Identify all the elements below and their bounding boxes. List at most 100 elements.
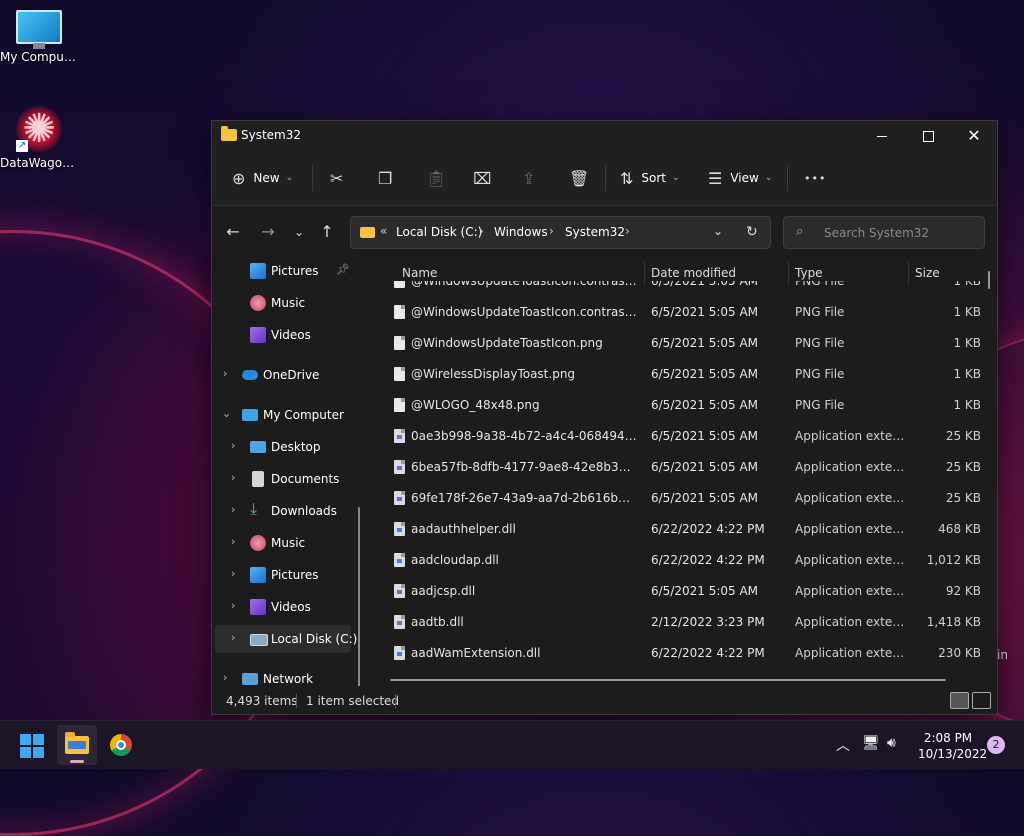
up-button[interactable]: ↑	[315, 220, 339, 244]
column-header-size[interactable]: Size	[915, 266, 940, 280]
table-row[interactable]: 0ae3b998-9a38-4b72-a4c4-06849441518d... 6…	[380, 421, 986, 452]
chevron-right-icon[interactable]: ›	[231, 439, 235, 452]
address-dropdown-icon[interactable]: ⌄	[713, 224, 723, 238]
more-options-button[interactable]: •••	[804, 163, 826, 193]
table-row[interactable]: @WindowsUpdateToastIcon.contrast-wh... 6/…	[380, 297, 986, 328]
table-row[interactable]: @WirelessDisplayToast.png 6/5/2021 5:05 A…	[380, 359, 986, 390]
pin-icon[interactable]: 📌︎	[336, 263, 350, 276]
table-row[interactable]: aadjcsp.dll 6/5/2021 5:05 AM Application e…	[380, 576, 986, 607]
network-tray-icon[interactable]: 🖥︎	[862, 735, 880, 751]
forward-button[interactable]: →	[256, 220, 280, 244]
nav-label: Local Disk (C:)	[271, 632, 358, 646]
view-label: View	[730, 171, 759, 185]
column-header-name[interactable]: Name	[402, 266, 437, 280]
chevron-right-icon[interactable]: ›	[479, 224, 484, 238]
chevron-right-icon[interactable]: ›	[223, 671, 227, 684]
chevron-right-icon[interactable]: ›	[549, 224, 554, 238]
table-row[interactable]: aadWamExtension.dll 6/22/2022 4:22 PM Appl…	[380, 638, 986, 669]
rename-icon: ⌧	[473, 168, 492, 188]
shortcut-arrow-icon: ↗	[16, 140, 28, 152]
column-header-date[interactable]: Date modified	[651, 266, 736, 280]
chevron-right-icon[interactable]: ›	[231, 631, 235, 644]
document-icon	[252, 471, 264, 487]
tiles-view-button[interactable]	[972, 692, 991, 709]
cut-button[interactable]: ✂	[330, 163, 343, 193]
table-row[interactable]: @WindowsUpdateToastIcon.contrast-bla... 6…	[380, 281, 986, 297]
table-row[interactable]: aadcloudap.dll 6/22/2022 4:22 PM Applicati…	[380, 545, 986, 576]
sort-ascending-icon: ⌃	[514, 257, 523, 265]
rename-button[interactable]: ⌧	[473, 163, 491, 193]
table-row[interactable]: aadtb.dll 2/12/2022 3:23 PM Application ex…	[380, 607, 986, 638]
chevron-right-icon[interactable]: ›	[231, 567, 235, 580]
table-row[interactable]: aadauthhelper.dll 6/22/2022 4:22 PM Applic…	[380, 514, 986, 545]
file-name: @WindowsUpdateToastIcon.contrast-bla...	[411, 281, 637, 288]
search-input[interactable]	[822, 223, 976, 243]
nav-pane-scrollbar[interactable]	[358, 507, 360, 686]
nav-label: Pictures	[271, 264, 319, 278]
chevron-right-icon[interactable]: ›	[223, 367, 227, 380]
item-count: 4,493 items	[226, 694, 298, 708]
maximize-button[interactable]	[905, 121, 951, 151]
chevron-right-icon[interactable]: ›	[231, 471, 235, 484]
search-box[interactable]: ⌕	[783, 216, 985, 249]
nav-item-local-disk[interactable]: › Local Disk (C:)	[215, 625, 357, 653]
nav-item-my-computer[interactable]: ⌄ My Computer	[212, 401, 362, 429]
notification-badge[interactable]: 2	[987, 736, 1005, 754]
vertical-scrollbar[interactable]	[988, 271, 990, 289]
clock[interactable]: 2:08 PM 10/13/2022	[918, 730, 987, 762]
desktop-icon-my-computer[interactable]: My Computer	[0, 10, 78, 64]
nav-item-pictures-quick[interactable]: Pictures 📌︎	[212, 257, 362, 285]
refresh-icon[interactable]: ↻	[746, 224, 758, 240]
file-size: 1 KB	[953, 281, 981, 288]
recent-locations-button[interactable]: ⌄	[287, 220, 311, 244]
view-button[interactable]: ☰ View ⌄	[708, 163, 772, 193]
delete-button[interactable]: 🗑︎	[569, 163, 589, 193]
nav-item-network[interactable]: › Network	[212, 665, 362, 686]
details-view-button[interactable]	[950, 692, 969, 709]
chevron-right-icon[interactable]: ›	[231, 599, 235, 612]
nav-item-onedrive[interactable]: › OneDrive	[212, 361, 362, 389]
nav-item-videos[interactable]: › Videos	[212, 593, 362, 621]
table-row[interactable]: @WLOGO_48x48.png 6/5/2021 5:05 AM PNG File…	[380, 390, 986, 421]
nav-item-music[interactable]: › Music	[212, 529, 362, 557]
column-header-type[interactable]: Type	[795, 266, 823, 280]
nav-item-pictures[interactable]: › Pictures	[212, 561, 362, 589]
paste-button[interactable]: 📋︎	[426, 163, 446, 193]
nav-item-videos-quick[interactable]: Videos	[212, 321, 362, 349]
file-date: 6/5/2021 5:05 AM	[651, 336, 759, 350]
file-list: Name ⌃ Date modified Type Size @WindowsU…	[372, 257, 997, 686]
chevron-down-icon: ⌄	[293, 225, 305, 239]
copy-button[interactable]: ❐	[378, 163, 392, 193]
sort-button[interactable]: ⇅ Sort ⌄	[620, 163, 680, 193]
minimize-button[interactable]	[859, 121, 905, 151]
horizontal-scrollbar[interactable]	[390, 679, 946, 681]
start-button[interactable]	[20, 734, 44, 758]
table-row[interactable]: 6bea57fb-8dfb-4177-9ae8-42e8b3529933... 6…	[380, 452, 986, 483]
table-row[interactable]: @WindowsUpdateToastIcon.png 6/5/2021 5:05…	[380, 328, 986, 359]
nav-item-desktop[interactable]: › Desktop	[212, 433, 362, 461]
nav-item-downloads[interactable]: › ⤓ Downloads	[212, 497, 362, 525]
breadcrumb-windows[interactable]: Windows	[494, 225, 548, 239]
chevron-right-icon[interactable]: ›	[231, 503, 235, 516]
breadcrumb-overflow[interactable]: «	[380, 224, 387, 238]
breadcrumb-local-disk[interactable]: Local Disk (C:)	[396, 225, 482, 239]
back-button[interactable]: ←	[221, 220, 245, 244]
show-hidden-icons-chevron-icon[interactable]: ︿	[836, 735, 850, 755]
volume-icon[interactable]: 🔊︎	[887, 735, 896, 751]
chevron-right-icon[interactable]: ›	[231, 535, 235, 548]
breadcrumb-system32[interactable]: System32	[565, 225, 625, 239]
close-button[interactable]: ✕	[951, 121, 997, 151]
chevron-down-icon[interactable]: ⌄	[222, 407, 231, 420]
taskbar-chrome[interactable]	[101, 725, 141, 765]
desktop-icon-datawagon[interactable]: ✺ ↗ DataWagon...	[0, 106, 78, 170]
table-row[interactable]: 69fe178f-26e7-43a9-aa7d-2b616b672dde... 6…	[380, 483, 986, 514]
title-bar[interactable]: System32 ✕	[212, 121, 997, 151]
nav-item-documents[interactable]: › Documents	[212, 465, 362, 493]
address-bar[interactable]: « Local Disk (C:) › Windows › System32 ›…	[350, 216, 771, 249]
file-size: 468 KB	[938, 522, 981, 536]
nav-item-music-quick[interactable]: Music	[212, 289, 362, 317]
share-button[interactable]: ⇪	[522, 163, 535, 193]
taskbar-file-explorer[interactable]	[57, 725, 97, 765]
new-button[interactable]: ⊕ New ⌄	[232, 163, 293, 193]
chevron-right-icon[interactable]: ›	[625, 224, 630, 238]
